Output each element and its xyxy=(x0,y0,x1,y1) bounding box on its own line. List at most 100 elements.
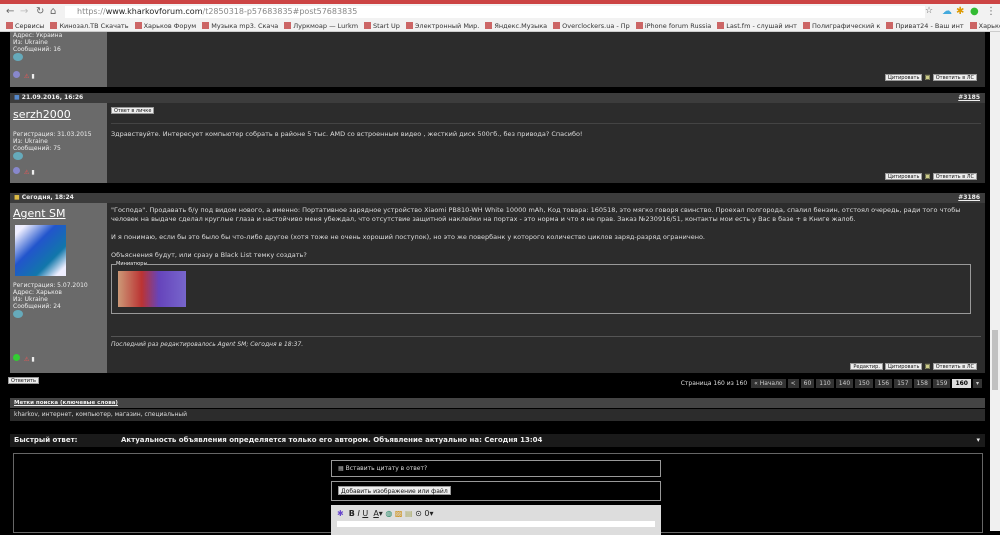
reply-pm-button[interactable]: Ответить в ЛС xyxy=(932,173,977,180)
multiquote-icon[interactable]: ▣ xyxy=(924,362,930,370)
user-avatar[interactable] xyxy=(15,225,66,276)
reply-button[interactable]: Ответить xyxy=(8,377,39,384)
post2-userinfo: serzh2000 Регистрация: 31.03.2015 Из: Uk… xyxy=(10,103,107,183)
remove-format-icon[interactable]: ✱ xyxy=(337,509,344,518)
extension-green-icon[interactable]: ● xyxy=(970,6,979,17)
page-link[interactable]: 60 xyxy=(800,379,815,388)
skype-icon[interactable] xyxy=(13,152,23,160)
page-prev-link[interactable]: < xyxy=(787,379,799,388)
bookmark-label: Музыка mp3. Скача xyxy=(211,22,279,30)
url-input[interactable]: https://www.kharkovforum.com/t2850318-p5… xyxy=(65,6,925,18)
bookmark-item[interactable]: Харьков Форум xyxy=(134,20,197,31)
bookmark-item[interactable]: Приват24 - Ваш инт xyxy=(886,20,964,31)
username-link[interactable]: serzh2000 xyxy=(13,108,107,121)
bookmark-item[interactable]: Кинозал.TB Скачать xyxy=(50,20,129,31)
report-icon[interactable]: ⚠ xyxy=(24,169,29,176)
reply-private-button[interactable]: Ответ в личке xyxy=(111,107,155,114)
extension-icon[interactable]: ✱ xyxy=(956,6,964,17)
italic-icon[interactable]: I xyxy=(357,509,359,518)
page-link[interactable]: 160 xyxy=(952,379,971,388)
page-link[interactable]: 159 xyxy=(933,379,951,388)
collapse-icon[interactable]: ▾ xyxy=(976,434,980,447)
bookmark-item[interactable]: Электронный Мир. xyxy=(405,20,479,31)
url-domain: www.kharkovforum.com xyxy=(105,7,203,16)
tag-link[interactable]: компьютер xyxy=(76,411,111,418)
link-icon[interactable]: ◍ xyxy=(385,509,392,518)
quick-reply-box: ▦ Вставить цитату в ответ? Добавить изоб… xyxy=(13,453,983,535)
bookmark-item[interactable]: Overclockers.ua - Пр xyxy=(553,20,630,31)
bookmark-label: Харьков Форум xyxy=(143,22,197,30)
skype-icon[interactable] xyxy=(13,310,23,318)
page-first-link[interactable]: « Начало xyxy=(751,379,786,388)
tag-link[interactable]: интернет xyxy=(42,411,72,418)
user-from: Из: Ukraine xyxy=(13,138,48,145)
add-file-button[interactable]: Добавить изображение или файл xyxy=(338,486,451,495)
home-icon[interactable]: ⌂ xyxy=(50,6,56,17)
user-messages: Сообщений: 24 xyxy=(13,303,61,310)
page-label: Страница 160 из 160 xyxy=(680,380,748,387)
page-link[interactable]: 156 xyxy=(874,379,893,388)
page-link[interactable]: 140 xyxy=(835,379,854,388)
underline-icon[interactable]: U xyxy=(362,509,368,518)
quote-button[interactable]: Цитировать xyxy=(885,173,923,180)
scrollbar[interactable] xyxy=(990,32,1000,531)
bookmark-favicon-icon xyxy=(134,22,142,29)
bookmark-item[interactable]: Харьковоблэнерго xyxy=(969,20,1000,31)
bookmark-item[interactable]: Start Up xyxy=(364,20,400,31)
edited-by-link[interactable]: Последний раз редактировалось Agent SM xyxy=(111,341,246,348)
quote-icon[interactable]: ▤ xyxy=(405,509,413,518)
reply-pm-button[interactable]: Ответить в ЛС xyxy=(932,74,977,81)
page-link[interactable]: 150 xyxy=(855,379,873,388)
post-number-link[interactable]: #3186 xyxy=(958,193,980,203)
menu-icon[interactable]: ⋮ xyxy=(986,6,996,17)
text-color-icon[interactable]: A xyxy=(373,509,378,518)
bookmark-favicon-icon xyxy=(364,22,372,29)
thumbnails-fieldset: Миниатюры xyxy=(111,261,971,314)
attach-icon[interactable]: 0 xyxy=(424,509,429,518)
tag-link[interactable]: специальный xyxy=(145,411,188,418)
tag-link[interactable]: kharkov xyxy=(14,411,38,418)
username-link[interactable]: Agent SM xyxy=(13,207,107,220)
page-link[interactable]: 110 xyxy=(816,379,834,388)
bookmark-item[interactable]: Полиграфический к xyxy=(802,20,880,31)
image-icon[interactable]: ▨ xyxy=(395,509,403,518)
multiquote-icon[interactable]: ▣ xyxy=(924,73,930,81)
reload-icon[interactable]: ↻ xyxy=(36,6,44,17)
edit-button[interactable]: Редактир. xyxy=(850,363,883,370)
report-icon[interactable]: ⚠ xyxy=(24,73,29,80)
page-jump-icon[interactable]: ▾ xyxy=(972,379,982,388)
skype-icon[interactable] xyxy=(13,53,23,61)
back-icon[interactable]: ← xyxy=(6,6,14,17)
multiquote-icon[interactable]: ▣ xyxy=(924,172,930,180)
bookmark-item[interactable]: Луркмоар — Lurkm xyxy=(284,20,358,31)
report-icon[interactable]: ⚠ xyxy=(24,356,29,363)
star-icon[interactable]: ☆ xyxy=(925,6,933,16)
bookmark-label: Last.fm - слушай инт xyxy=(726,22,797,30)
bookmark-item[interactable]: Сервисы xyxy=(6,20,44,31)
bookmark-favicon-icon xyxy=(6,22,13,29)
attachment-thumbnail[interactable] xyxy=(118,271,186,307)
quote-button[interactable]: Цитировать xyxy=(885,74,923,81)
tag-link[interactable]: магазин xyxy=(115,411,141,418)
page-link[interactable]: 157 xyxy=(894,379,912,388)
bookmark-item[interactable]: iPhone forum Russia xyxy=(635,20,711,31)
cloud-icon[interactable]: ☁ xyxy=(942,6,952,17)
bookmark-label: Start Up xyxy=(373,22,400,30)
quick-reply-header: Быстрый ответ: Актуальность объявления о… xyxy=(10,434,985,447)
bookmark-item[interactable]: Музыка mp3. Скача xyxy=(202,20,279,31)
post-number-link[interactable]: #3185 xyxy=(958,93,980,103)
page-link[interactable]: 158 xyxy=(913,379,931,388)
bookmark-label: Харьковоблэнерго xyxy=(978,22,1000,30)
post-paragraph: Объяснения будут, или сразу в Black List… xyxy=(111,251,307,259)
bold-icon[interactable]: B xyxy=(349,509,355,518)
message-textarea[interactable] xyxy=(337,521,655,527)
bookmark-item[interactable]: Last.fm - слушай инт xyxy=(717,20,797,31)
forward-icon[interactable]: → xyxy=(20,6,28,17)
reply-pm-button[interactable]: Ответить в ЛС xyxy=(932,363,977,370)
quote-button[interactable]: Цитировать xyxy=(885,363,923,370)
quote-checkbox[interactable]: ▦ xyxy=(338,465,344,472)
scrollbar-thumb[interactable] xyxy=(992,330,998,390)
user-address: Адрес: Украина xyxy=(13,32,63,39)
bookmark-item[interactable]: Яндекс.Музыка xyxy=(485,20,547,31)
video-icon[interactable]: ⊙ xyxy=(415,509,422,518)
